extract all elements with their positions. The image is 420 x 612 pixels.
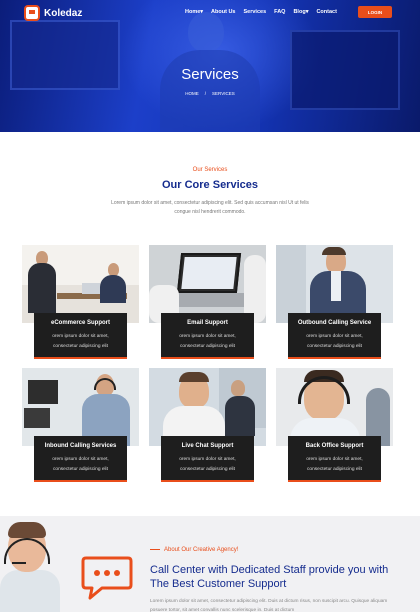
service-title: Email Support (187, 320, 228, 326)
service-description: orem ipsum dolor sit amet, consectetur ad… (306, 334, 363, 349)
service-card-outbound[interactable]: Outbound Calling Service orem ipsum dolo… (276, 245, 393, 363)
service-info-box: Inbound Calling Services orem ipsum dolo… (34, 436, 127, 482)
service-description: orem ipsum dolor sit amet, consectetur ad… (52, 457, 109, 472)
service-info-box: Email Support orem ipsum dolor sit amet,… (161, 313, 254, 359)
service-title: Back Office Support (305, 443, 364, 449)
businessman-phone-image (276, 245, 393, 323)
logo[interactable]: Koledaz (24, 5, 82, 21)
agent-computer-image (22, 368, 139, 446)
service-description: orem ipsum dolor sit amet, consectetur ad… (306, 457, 363, 472)
breadcrumb-separator: / (204, 91, 207, 96)
service-title: Live Chat Support (181, 443, 234, 449)
about-text: Lorem ipsum dolor sit amet, consectetur … (150, 599, 388, 612)
breadcrumb-current: SERVICES (212, 91, 235, 96)
nav-contact[interactable]: Contact (316, 9, 336, 15)
logo-text: Koledaz (44, 7, 83, 19)
office-meeting-image (22, 245, 139, 323)
service-info-box: Back Office Support orem ipsum dolor sit… (288, 436, 381, 482)
nav-faq[interactable]: FAQ (274, 9, 285, 15)
breadcrumb-home[interactable]: HOME (185, 91, 199, 96)
service-info-box: Live Chat Support orem ipsum dolor sit a… (161, 436, 254, 482)
login-button[interactable]: LOGIN (358, 6, 392, 18)
service-title: Outbound Calling Service (297, 320, 372, 326)
laptop-image (149, 245, 266, 323)
service-description: orem ipsum dolor sit amet, consectetur ad… (179, 457, 236, 472)
service-card-email[interactable]: Email Support orem ipsum dolor sit amet,… (149, 245, 266, 363)
chevron-down-icon: ▾ (200, 9, 204, 15)
service-title: Inbound Calling Services (44, 443, 117, 449)
service-card-back-office[interactable]: Back Office Support orem ipsum dolor sit… (276, 368, 393, 486)
nav-services[interactable]: Services (244, 9, 267, 15)
chat-bubble-icon (81, 556, 133, 600)
service-description: orem ipsum dolor sit amet, consectetur ad… (179, 334, 236, 349)
service-card-live-chat[interactable]: Live Chat Support orem ipsum dolor sit a… (149, 368, 266, 486)
service-info-box: eCommerce Support orem ipsum dolor sit a… (34, 313, 127, 359)
service-title: eCommerce Support (50, 320, 110, 326)
nav-home[interactable]: Home▾ (185, 9, 203, 15)
services-description: Lorem ipsum dolor sit amet, consectetur … (111, 200, 309, 215)
hero-banner: Koledaz Home▾ About Us Services FAQ Blog… (0, 0, 420, 132)
service-card-inbound[interactable]: Inbound Calling Services orem ipsum dolo… (22, 368, 139, 486)
top-navigation: Koledaz Home▾ About Us Services FAQ Blog… (0, 0, 420, 26)
page-title: Services (181, 66, 239, 83)
about-title: Call Center with Dedicated Staff provide… (150, 564, 389, 590)
service-description: orem ipsum dolor sit amet, consectetur ad… (52, 334, 109, 349)
about-tag: About Our Creative Agency! (150, 547, 238, 553)
main-menu: Home▾ About Us Services FAQ Blog▾ Contac… (185, 9, 345, 15)
service-card-ecommerce[interactable]: eCommerce Support orem ipsum dolor sit a… (22, 245, 139, 363)
service-info-box: Outbound Calling Service orem ipsum dolo… (288, 313, 381, 359)
nav-about-us[interactable]: About Us (211, 9, 235, 15)
breadcrumb: HOME / SERVICES (0, 91, 420, 96)
smiling-agent-image (149, 368, 266, 446)
services-title: Our Core Services (162, 179, 258, 191)
headset-agent-image (276, 368, 393, 446)
nav-blog[interactable]: Blog▾ (293, 9, 308, 15)
chevron-down-icon: ▾ (305, 9, 309, 15)
services-tag: Our Services (192, 167, 228, 173)
logo-chat-icon (24, 5, 40, 21)
agent-portrait-image (0, 522, 60, 612)
